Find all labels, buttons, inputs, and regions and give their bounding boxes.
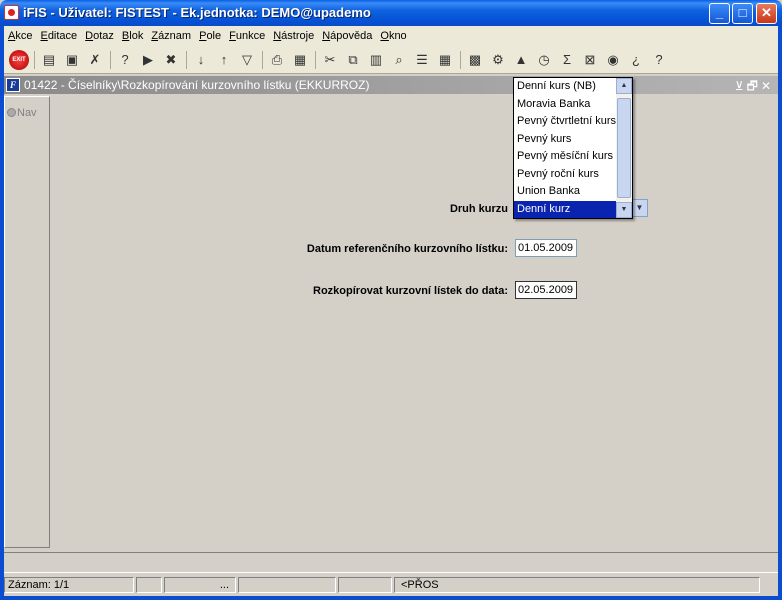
dropdown-option[interactable]: Pevný kurs bbox=[514, 131, 616, 149]
excel-icon[interactable]: ⊠ bbox=[579, 49, 601, 71]
exit-icon[interactable]: EXIT bbox=[8, 49, 30, 71]
scroll-up-icon[interactable]: ▲ bbox=[616, 78, 632, 94]
chart-icon[interactable]: ▲ bbox=[510, 49, 532, 71]
window-frame-right bbox=[778, 26, 782, 600]
toolbar-separator bbox=[457, 49, 463, 71]
status-cell bbox=[136, 576, 162, 593]
menu-blok[interactable]: Blok bbox=[118, 30, 147, 42]
minimize-button[interactable]: _ bbox=[709, 3, 730, 24]
insert-record-icon[interactable]: ▤ bbox=[38, 49, 60, 71]
menu-funkce[interactable]: Funkce bbox=[225, 30, 269, 42]
child-window-titlebar[interactable]: F 01422 - Číselníky\Rozkopírování kurzov… bbox=[4, 76, 778, 94]
dropdown-options: Denní kurs (NB) Moravia Banka Pevný čtvr… bbox=[514, 78, 616, 218]
close-button[interactable]: ✕ bbox=[756, 3, 777, 24]
form-canvas: Nav bbox=[4, 94, 778, 550]
sort-asc-icon[interactable]: ↓ bbox=[190, 49, 212, 71]
table-icon[interactable]: ▦ bbox=[434, 49, 456, 71]
menu-dotaz[interactable]: Dotaz bbox=[81, 30, 118, 42]
scroll-down-icon[interactable]: ▼ bbox=[616, 202, 632, 218]
dropdown-option[interactable]: Union Banka bbox=[514, 183, 616, 201]
browser-icon[interactable]: ◉ bbox=[602, 49, 624, 71]
toolbar-separator bbox=[183, 49, 189, 71]
toolbar-separator bbox=[31, 49, 37, 71]
find-icon[interactable]: ⌕ bbox=[388, 49, 410, 71]
sort-desc-icon[interactable]: ↑ bbox=[213, 49, 235, 71]
datum-field[interactable]: 01.05.2009 bbox=[515, 239, 577, 257]
radio-icon bbox=[7, 108, 16, 117]
print-icon[interactable]: ⎙ bbox=[266, 49, 288, 71]
druh-kurzu-dropdown-list[interactable]: Denní kurs (NB) Moravia Banka Pevný čtvr… bbox=[513, 77, 633, 219]
copy-icon[interactable]: ⧉ bbox=[342, 49, 364, 71]
scroll-thumb[interactable] bbox=[617, 98, 631, 198]
status-bar: Záznam: 1/1 ... <PŘOS bbox=[4, 572, 778, 596]
toolbar-separator bbox=[312, 49, 318, 71]
list-icon[interactable]: ☰ bbox=[411, 49, 433, 71]
status-record: Záznam: 1/1 bbox=[4, 576, 134, 593]
query-enter-icon[interactable]: ? bbox=[114, 49, 136, 71]
menu-editace[interactable]: Editace bbox=[36, 30, 81, 42]
rozkop-label: Rozkopírovat kurzovní lístek do data: bbox=[313, 285, 508, 297]
status-mode: <PŘOS bbox=[394, 576, 760, 593]
clock-icon[interactable]: ◷ bbox=[533, 49, 555, 71]
dropdown-option[interactable]: Pevný měsíční kurs bbox=[514, 148, 616, 166]
title-bar[interactable]: iFIS - Uživatel: FISTEST - Ek.jednotka: … bbox=[0, 0, 782, 26]
menu-napoveda[interactable]: Nápověda bbox=[318, 30, 376, 42]
calculator-icon[interactable]: ▩ bbox=[464, 49, 486, 71]
query-cancel-icon[interactable]: ✖ bbox=[160, 49, 182, 71]
menu-bar: Akce Editace Dotaz Blok Záznam Pole Funk… bbox=[4, 26, 778, 46]
menu-pole[interactable]: Pole bbox=[195, 30, 225, 42]
delete-record-icon[interactable]: ✗ bbox=[84, 49, 106, 71]
dropdown-option[interactable]: Pevný roční kurs bbox=[514, 166, 616, 184]
nav-tab[interactable]: Nav bbox=[7, 107, 37, 119]
druh-kurzu-label: Druh kurzu bbox=[449, 203, 508, 215]
datum-label: Datum referenčního kurzovního lístku: bbox=[306, 243, 508, 255]
dropdown-scrollbar[interactable]: ▲ ▼ bbox=[616, 78, 632, 218]
window-frame-bottom bbox=[0, 596, 782, 600]
help-search-icon[interactable]: ¿ bbox=[625, 49, 647, 71]
menu-akce[interactable]: Akce bbox=[4, 30, 36, 42]
status-cell bbox=[338, 576, 392, 593]
preview-icon[interactable]: ▦ bbox=[289, 49, 311, 71]
menu-nastroje[interactable]: Nástroje bbox=[269, 30, 318, 42]
form-icon: F bbox=[6, 78, 20, 92]
cut-icon[interactable]: ✂ bbox=[319, 49, 341, 71]
maximize-button[interactable]: □ bbox=[732, 3, 753, 24]
dropdown-option[interactable]: Denní kurs (NB) bbox=[514, 78, 616, 96]
toolbar-separator bbox=[259, 49, 265, 71]
help-icon[interactable]: ? bbox=[648, 49, 670, 71]
status-cell bbox=[238, 576, 336, 593]
horizontal-scrollbar[interactable] bbox=[4, 552, 778, 572]
sum-icon[interactable]: Σ bbox=[556, 49, 578, 71]
settings-icon[interactable]: ⚙ bbox=[487, 49, 509, 71]
rozkop-field[interactable]: 02.05.2009 bbox=[515, 281, 577, 299]
save-icon[interactable]: ▣ bbox=[61, 49, 83, 71]
dropdown-option[interactable]: Denní kurz bbox=[514, 200, 616, 218]
paste-icon[interactable]: ▥ bbox=[365, 49, 387, 71]
toolbar: EXIT ▤ ▣ ✗ ? ▶ ✖ ↓ ↑ ▽ ⎙ ▦ ✂ ⧉ ▥ ⌕ ☰ ▦ ▩… bbox=[4, 46, 778, 74]
druh-kurzu-dropdown-button[interactable]: ▼ bbox=[631, 199, 648, 217]
dropdown-option[interactable]: Moravia Banka bbox=[514, 96, 616, 114]
filter-icon[interactable]: ▽ bbox=[236, 49, 258, 71]
nav-panel: Nav bbox=[4, 96, 50, 548]
window-title: iFIS - Uživatel: FISTEST - Ek.jednotka: … bbox=[23, 5, 371, 20]
app-icon[interactable] bbox=[4, 5, 19, 20]
menu-zaznam[interactable]: Záznam bbox=[147, 30, 195, 42]
status-cell: ... bbox=[164, 576, 236, 593]
child-window-title: 01422 - Číselníky\Rozkopírování kurzovní… bbox=[24, 78, 370, 92]
query-execute-icon[interactable]: ▶ bbox=[137, 49, 159, 71]
menu-okno[interactable]: Okno bbox=[376, 30, 410, 42]
toolbar-separator bbox=[107, 49, 113, 71]
dropdown-option[interactable]: Pevný čtvrtletní kurs bbox=[514, 113, 616, 131]
